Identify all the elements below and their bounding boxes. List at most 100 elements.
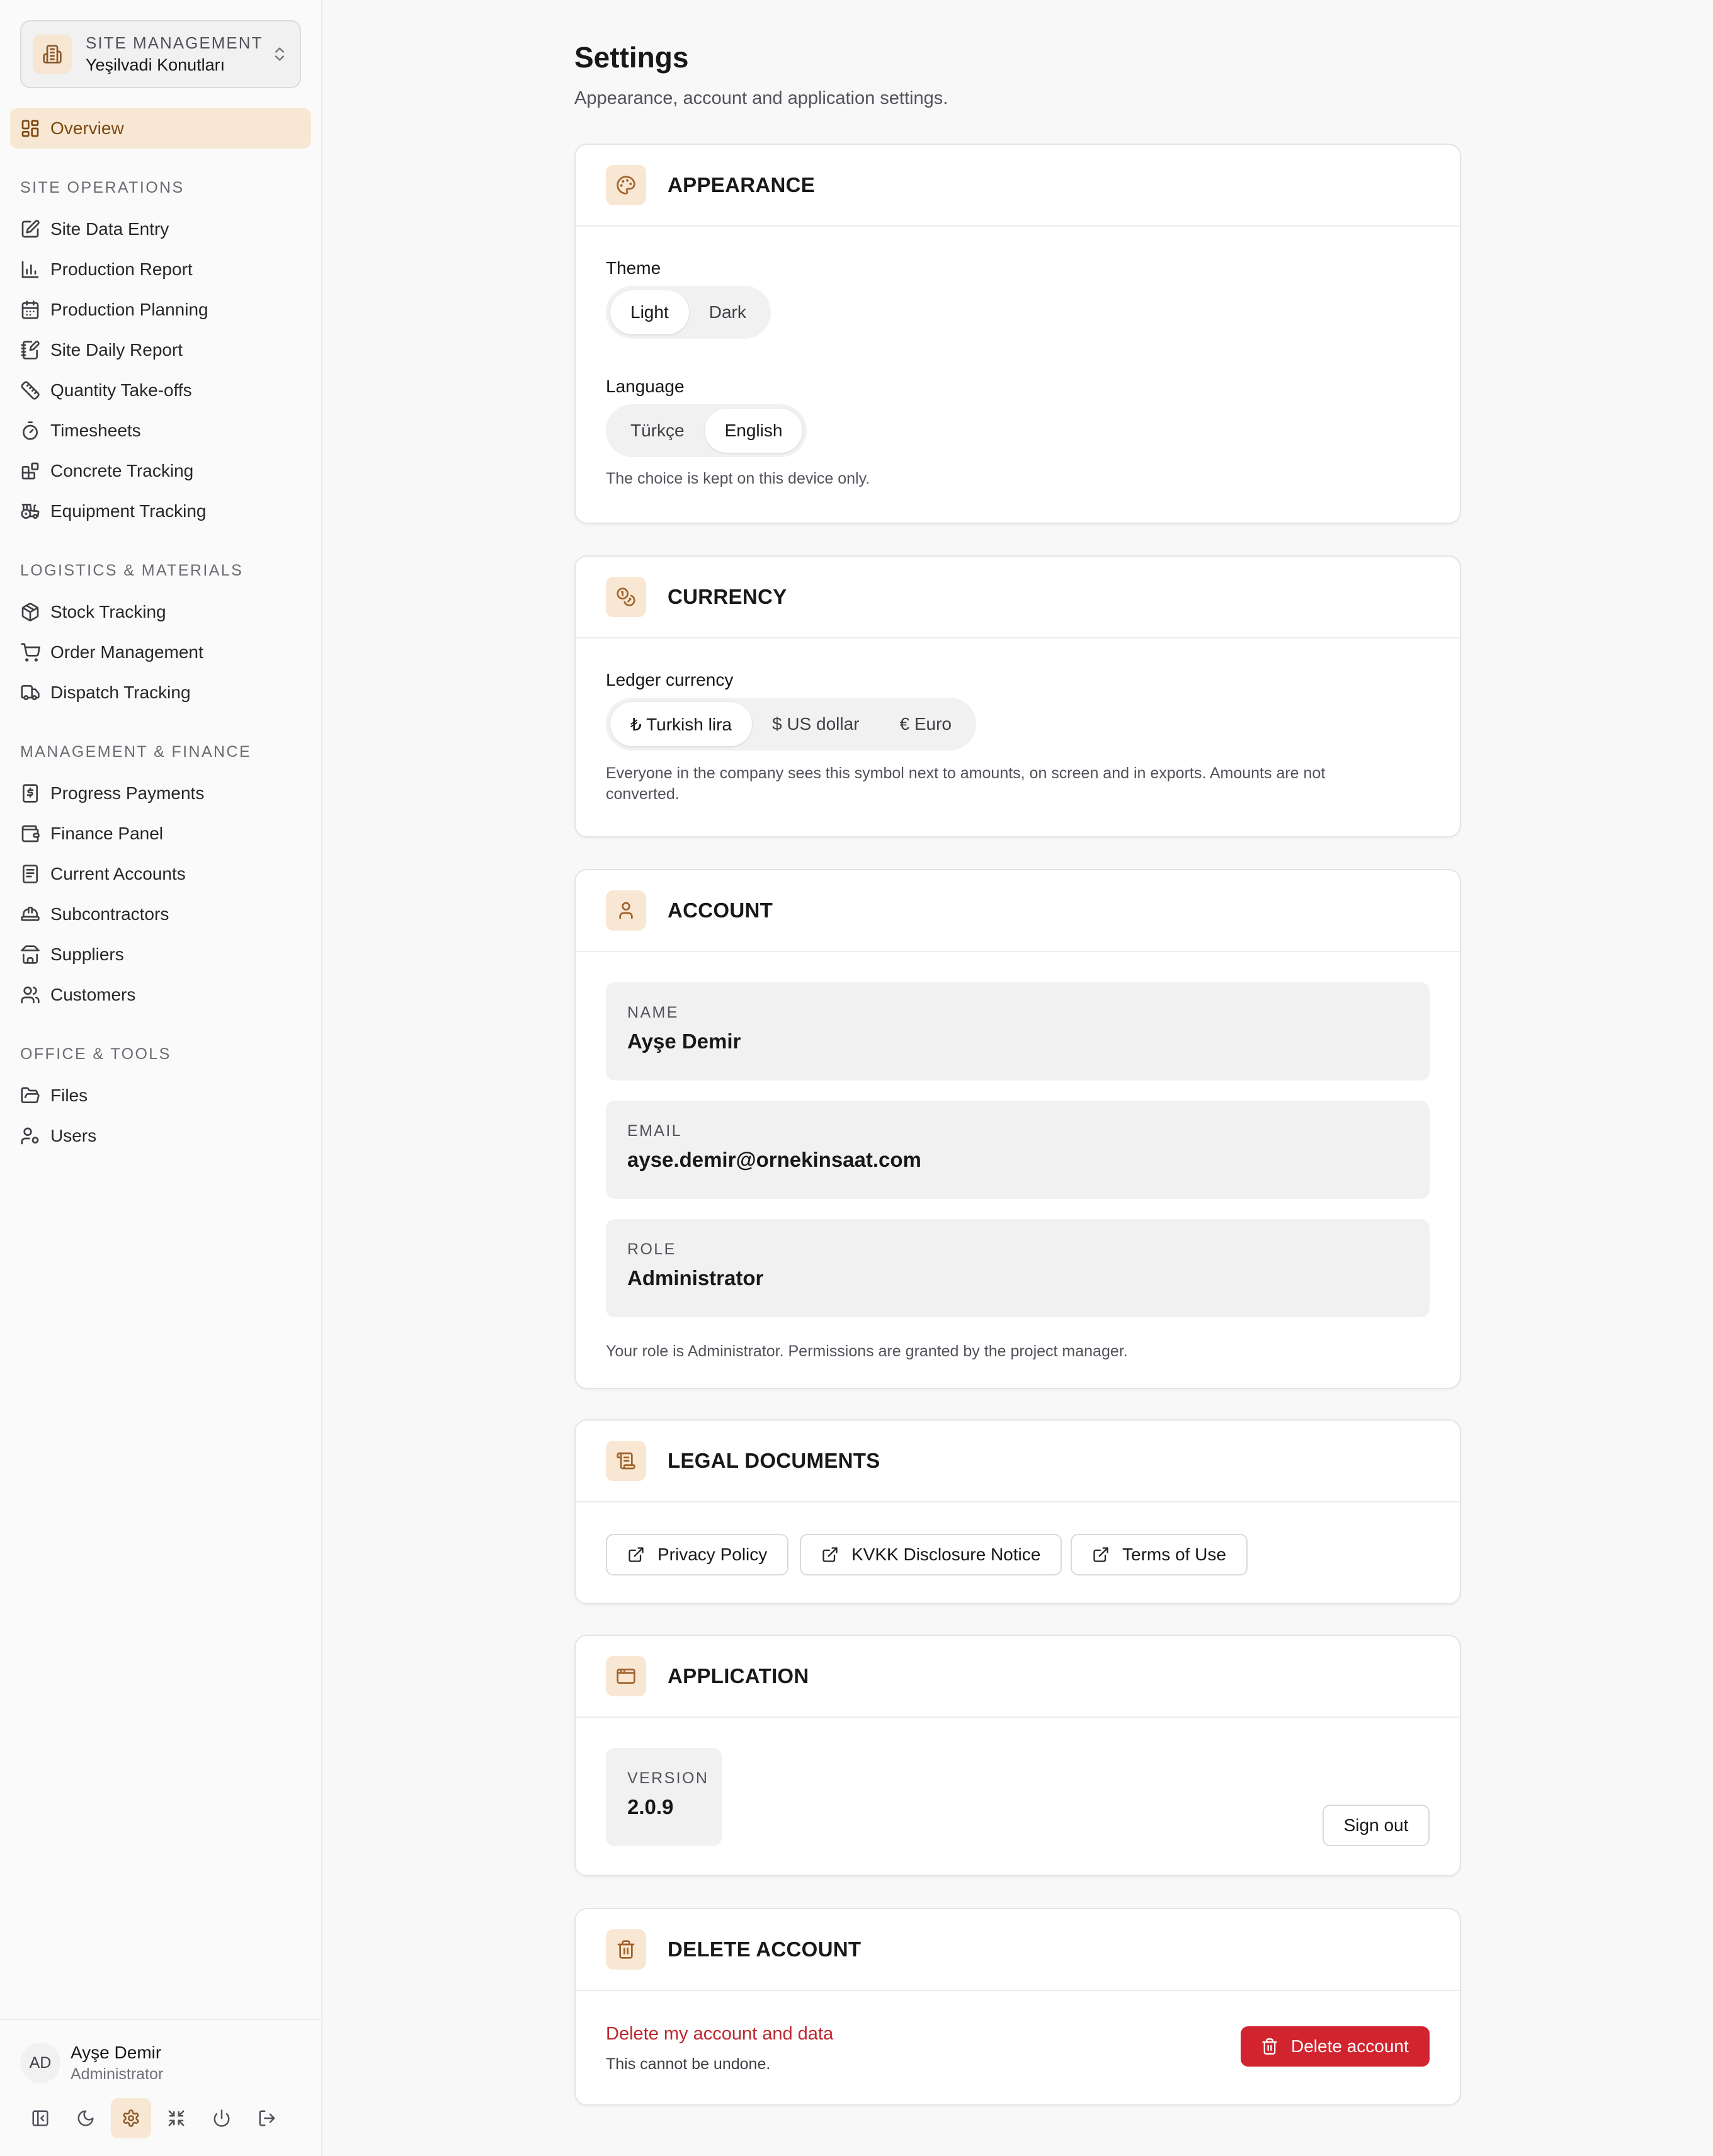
theme-toggle: Light Dark: [606, 286, 771, 339]
sidebar-item-label: Users: [50, 1126, 97, 1145]
currency-option-usd[interactable]: $ US dollar: [752, 702, 880, 746]
currency-option-eur[interactable]: € Euro: [879, 702, 972, 746]
name-value: Ayşe Demir: [627, 1030, 741, 1053]
sidebar-item-order-management[interactable]: Order Management: [10, 632, 311, 672]
avatar[interactable]: AD: [20, 2043, 60, 2083]
hard-hat-icon: [21, 907, 40, 921]
sidebar-item-label: Stock Tracking: [50, 602, 166, 621]
file-text-icon: [23, 865, 38, 883]
folder-open-icon: [21, 1087, 40, 1103]
language-label: Language: [606, 377, 685, 396]
edit-square-icon: [21, 220, 40, 238]
currency-option-try[interactable]: ₺ Turkish lira: [610, 702, 752, 746]
app-window-icon: [606, 1656, 646, 1696]
currency-title: CURRENCY: [668, 585, 787, 608]
minimize-button[interactable]: [156, 2098, 196, 2138]
currency-card: CURRENCY Ledger currency ₺ Turkish lira …: [574, 555, 1461, 837]
power-icon: [213, 2109, 230, 2127]
external-link-icon: [1093, 1547, 1108, 1562]
sidebar-item-overview[interactable]: Overview: [10, 108, 311, 149]
email-value: ayse.demir@ornekinsaat.com: [627, 1148, 921, 1171]
moon-icon: [77, 2110, 94, 2126]
sidebar-item-stock-tracking[interactable]: Stock Tracking: [10, 592, 311, 632]
user-name: Ayşe Demir: [71, 2043, 162, 2062]
sidebar-item-label: Files: [50, 1086, 88, 1105]
sidebar-item-current-accounts[interactable]: Current Accounts: [10, 854, 311, 894]
sidebar-item-progress-payments[interactable]: Progress Payments: [10, 773, 311, 814]
delete-account-heading: Delete my account and data: [606, 2024, 834, 2044]
page-title: Settings: [574, 41, 689, 74]
chevrons-up-down-icon: [271, 45, 288, 63]
trash-icon: [1262, 2038, 1277, 2055]
timer-icon: [23, 421, 38, 440]
users-icon: [21, 986, 40, 1004]
sidebar-item-label: Current Accounts: [50, 864, 186, 883]
language-option-english[interactable]: English: [704, 409, 803, 453]
ruler-icon: [21, 381, 40, 400]
sidebar-item-finance-panel[interactable]: Finance Panel: [10, 814, 311, 854]
blocks-icon: [21, 462, 39, 480]
shopping-cart-icon: [21, 643, 40, 662]
sidebar-item-equipment-tracking[interactable]: Equipment Tracking: [10, 491, 311, 531]
store-icon: [21, 945, 40, 964]
sidebar-item-customers[interactable]: Customers: [10, 975, 311, 1015]
user-cog-icon: [21, 1127, 39, 1145]
sidebar-item-label: Site Daily Report: [50, 340, 183, 360]
user-icon: [606, 890, 646, 931]
sidebar-item-label: Overview: [50, 118, 124, 138]
palette-icon: [606, 165, 646, 205]
sidebar-item-files[interactable]: Files: [10, 1075, 311, 1116]
sidebar-item-quantity-take-offs[interactable]: Quantity Take-offs: [10, 370, 311, 411]
email-field: EMAIL ayse.demir@ornekinsaat.com: [606, 1101, 1430, 1199]
gear-icon: [123, 2109, 139, 2127]
delete-account-subtext: This cannot be undone.: [606, 2055, 771, 2073]
receipt-icon: [23, 784, 38, 803]
theme-option-light[interactable]: Light: [610, 290, 689, 334]
sidebar-item-site-data-entry[interactable]: Site Data Entry: [10, 209, 311, 249]
language-option-turkish[interactable]: Türkçe: [610, 409, 705, 453]
external-link-icon: [822, 1547, 838, 1562]
site-kicker: SITE MANAGEMENT: [86, 33, 263, 52]
log-out-icon: [259, 2110, 275, 2126]
language-hint: The choice is kept on this device only.: [606, 470, 870, 487]
nav-section-site-operations: SITE OPERATIONS: [20, 179, 185, 196]
version-field: VERSION 2.0.9: [606, 1748, 722, 1846]
sidebar-item-label: Subcontractors: [50, 904, 169, 924]
external-link-icon: [629, 1547, 644, 1562]
version-value: 2.0.9: [627, 1795, 674, 1818]
role-label: ROLE: [627, 1240, 676, 1258]
privacy-policy-link[interactable]: Privacy Policy: [606, 1534, 789, 1575]
nav-section-management-finance: MANAGEMENT & FINANCE: [20, 743, 252, 761]
legal-documents-title: LEGAL DOCUMENTS: [668, 1449, 880, 1472]
sidebar-item-users[interactable]: Users: [10, 1116, 311, 1156]
sidebar-item-label: Concrete Tracking: [50, 461, 194, 480]
user-role: Administrator: [71, 2065, 164, 2083]
terms-of-use-link[interactable]: Terms of Use: [1071, 1534, 1248, 1575]
sidebar-item-label: Customers: [50, 985, 136, 1004]
settings-button[interactable]: [111, 2098, 151, 2138]
theme-option-dark[interactable]: Dark: [689, 290, 766, 334]
sidebar-item-site-daily-report[interactable]: Site Daily Report: [10, 330, 311, 370]
sidebar-item-subcontractors[interactable]: Subcontractors: [10, 894, 311, 934]
sidebar-item-timesheets[interactable]: Timesheets: [10, 411, 311, 451]
sidebar-item-production-report[interactable]: Production Report: [10, 249, 311, 290]
calendar-icon: [21, 300, 39, 319]
role-hint: Your role is Administrator. Permissions …: [606, 1342, 1128, 1360]
collapse-sidebar-button[interactable]: [20, 2098, 60, 2138]
sidebar-item-concrete-tracking[interactable]: Concrete Tracking: [10, 451, 311, 491]
kvkk-disclosure-link[interactable]: KVKK Disclosure Notice: [800, 1534, 1062, 1575]
sidebar-item-production-planning[interactable]: Production Planning: [10, 290, 311, 330]
sign-out-button[interactable]: Sign out: [1323, 1805, 1430, 1846]
sidebar-item-suppliers[interactable]: Suppliers: [10, 934, 311, 975]
site-switcher[interactable]: SITE MANAGEMENT Yeşilvadi Konutları: [20, 20, 301, 88]
sidebar: SITE MANAGEMENT Yeşilvadi Konutları Over…: [0, 0, 322, 2156]
theme-label: Theme: [606, 258, 661, 278]
wallet-icon: [21, 825, 40, 843]
dark-mode-button[interactable]: [65, 2098, 106, 2138]
delete-account-button[interactable]: Delete account: [1241, 2026, 1430, 2067]
sidebar-item-dispatch-tracking[interactable]: Dispatch Tracking: [10, 672, 311, 713]
logout-button[interactable]: [247, 2098, 287, 2138]
terms-of-use-label: Terms of Use: [1122, 1545, 1226, 1564]
sidebar-footer: AD Ayşe Demir Administrator: [0, 2019, 321, 2156]
power-button[interactable]: [202, 2098, 242, 2138]
